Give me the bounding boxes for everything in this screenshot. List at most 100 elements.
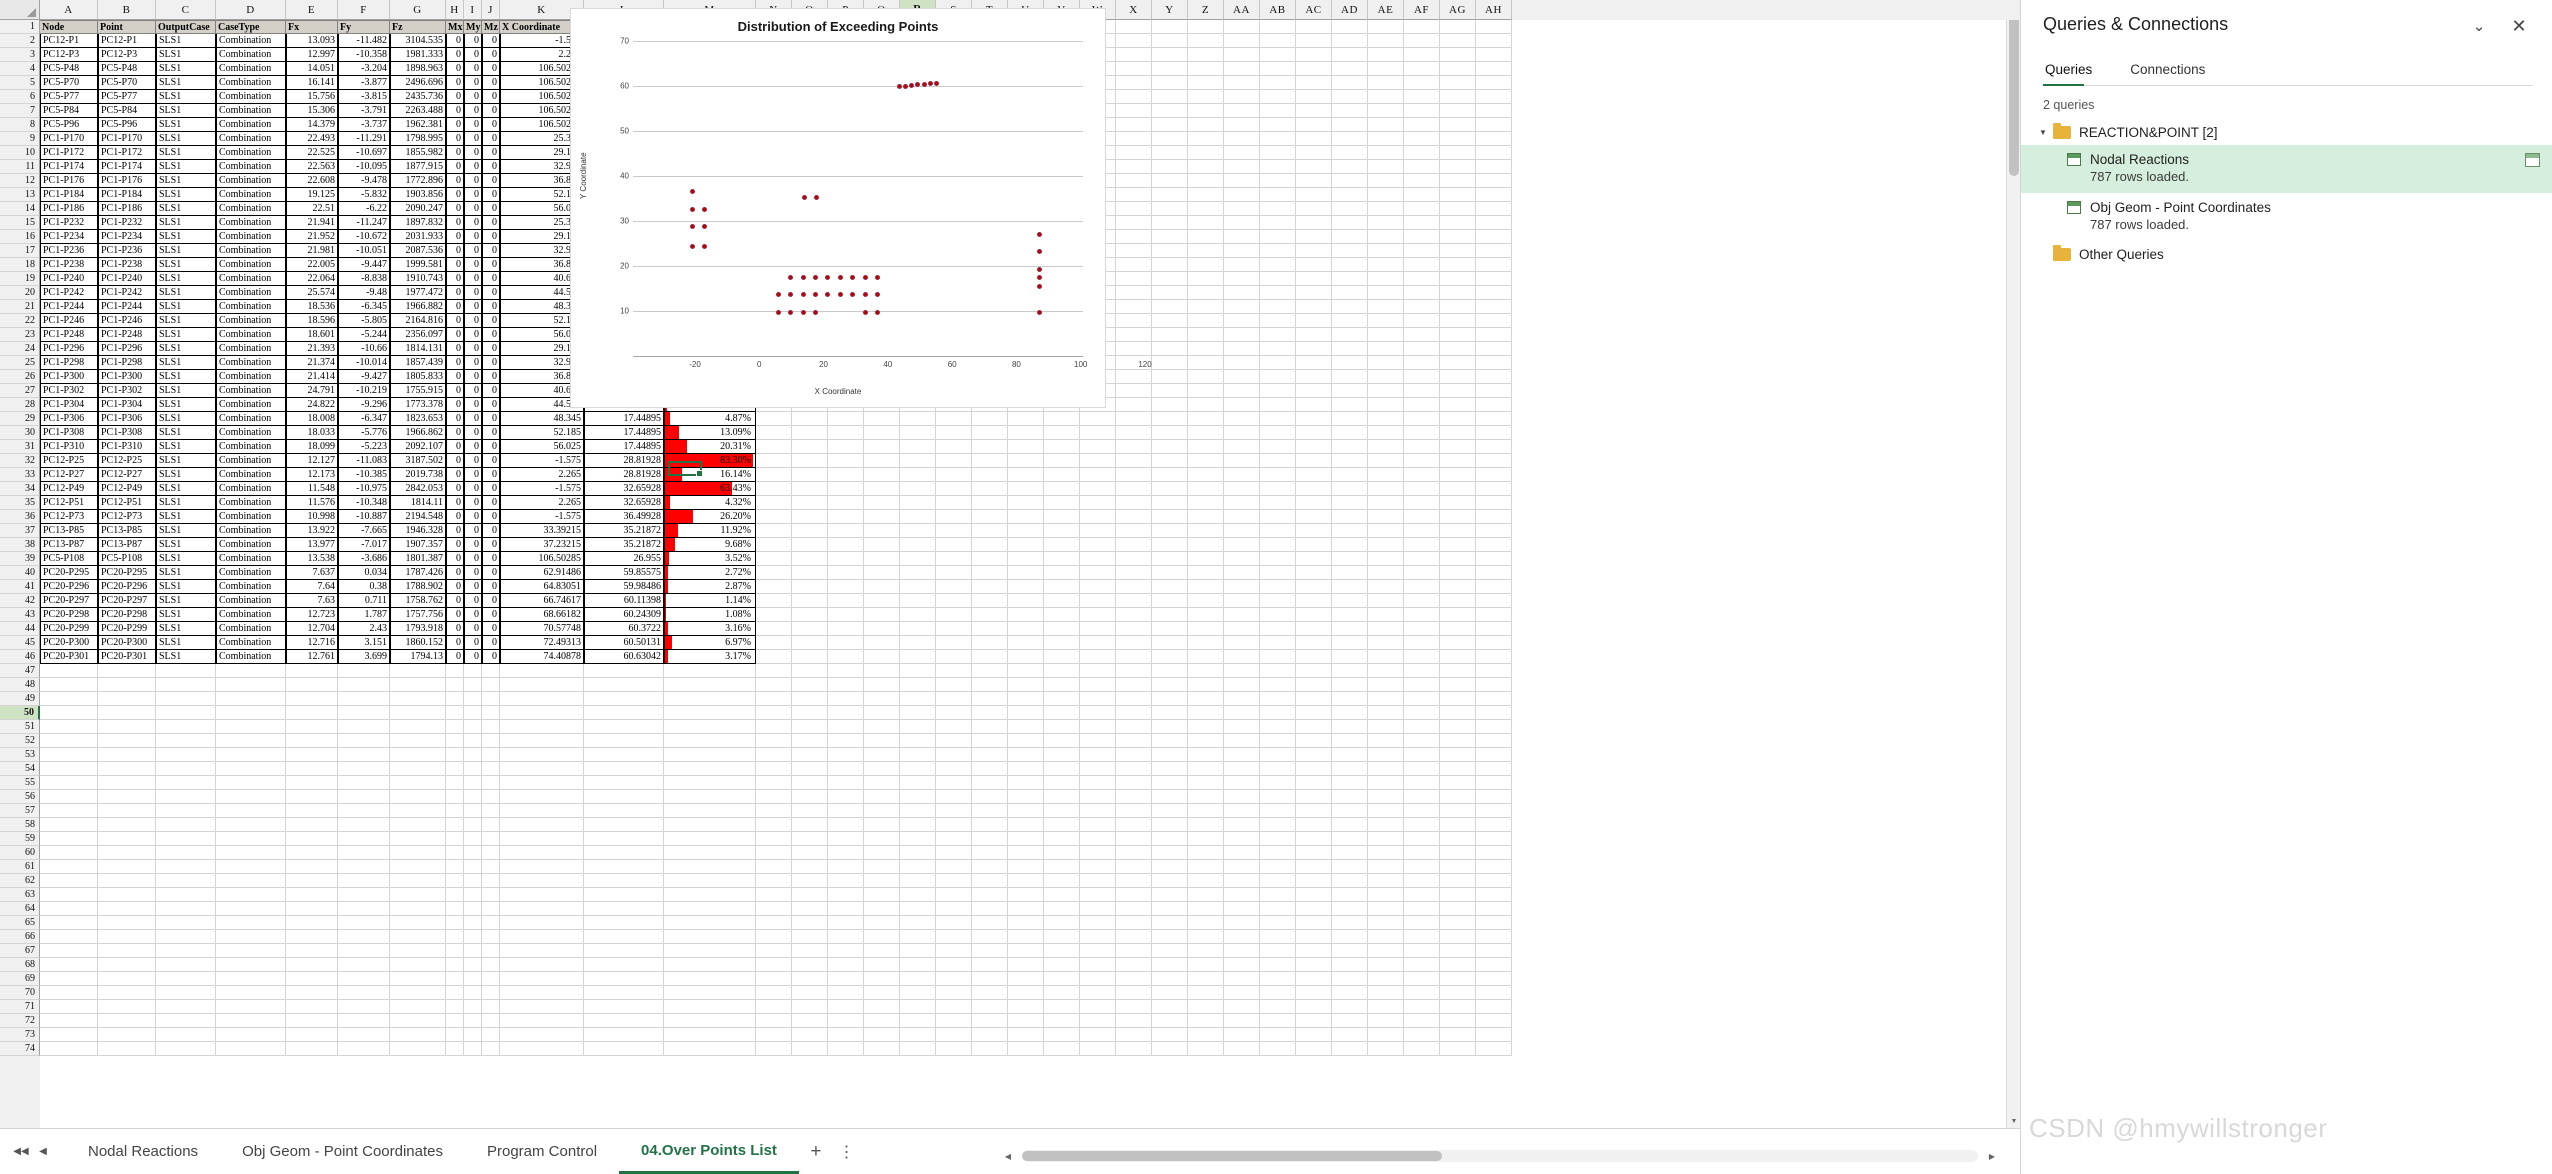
cell-mz[interactable]: 0: [482, 482, 500, 496]
cell-empty[interactable]: [482, 678, 500, 692]
cell-fx[interactable]: 24.822: [286, 398, 338, 412]
cell-fx[interactable]: 12.723: [286, 608, 338, 622]
cell-empty[interactable]: [338, 832, 390, 846]
cell-empty[interactable]: [1152, 34, 1188, 48]
cell-empty[interactable]: [664, 986, 756, 1000]
cell-empty[interactable]: [756, 594, 792, 608]
cell-empty[interactable]: [936, 608, 972, 622]
cell-empty[interactable]: [1368, 538, 1404, 552]
cell-empty[interactable]: [1296, 202, 1332, 216]
cell-point[interactable]: PC20-P298: [98, 608, 156, 622]
cell-node[interactable]: PC1-P300: [40, 370, 98, 384]
cell-empty[interactable]: [390, 720, 446, 734]
cell-empty[interactable]: [338, 762, 390, 776]
cell-empty[interactable]: [584, 1014, 664, 1028]
cell-node[interactable]: PC5-P96: [40, 118, 98, 132]
cell-empty[interactable]: [482, 944, 500, 958]
cell-empty[interactable]: [1080, 832, 1116, 846]
cell-point[interactable]: PC1-P176: [98, 174, 156, 188]
cell-empty[interactable]: [1116, 188, 1152, 202]
cell-empty[interactable]: [1116, 566, 1152, 580]
cell-empty[interactable]: [1296, 832, 1332, 846]
cell-empty[interactable]: [1224, 972, 1260, 986]
cell-empty[interactable]: [1188, 832, 1224, 846]
cell-empty[interactable]: [1152, 1014, 1188, 1028]
cell-fy[interactable]: -7.665: [338, 524, 390, 538]
chevron-down-icon[interactable]: ⌄: [2466, 14, 2492, 38]
cell-ratio[interactable]: 20.31%: [664, 440, 756, 454]
cell-empty[interactable]: [1332, 328, 1368, 342]
cell-empty[interactable]: [792, 440, 828, 454]
cell-empty[interactable]: [1476, 160, 1512, 174]
cell-empty[interactable]: [1152, 678, 1188, 692]
row-header-59[interactable]: 59: [0, 832, 40, 846]
cell-empty[interactable]: [792, 594, 828, 608]
cell-empty[interactable]: [1296, 20, 1332, 34]
cell-empty[interactable]: [1188, 300, 1224, 314]
cell-empty[interactable]: [828, 902, 864, 916]
cell-empty[interactable]: [756, 454, 792, 468]
cell-empty[interactable]: [482, 846, 500, 860]
cell-empty[interactable]: [864, 720, 900, 734]
cell-empty[interactable]: [464, 1014, 482, 1028]
cell-empty[interactable]: [216, 776, 286, 790]
cell-empty[interactable]: [1368, 650, 1404, 664]
cell-empty[interactable]: [828, 1028, 864, 1042]
cell-node[interactable]: PC12-P3: [40, 48, 98, 62]
cell-empty[interactable]: [584, 930, 664, 944]
cell-empty[interactable]: [864, 510, 900, 524]
cell-y[interactable]: 60.24309: [584, 608, 664, 622]
cell-empty[interactable]: [864, 468, 900, 482]
cell-empty[interactable]: [1044, 426, 1080, 440]
cell-empty[interactable]: [1044, 916, 1080, 930]
cell-empty[interactable]: [936, 930, 972, 944]
cell-empty[interactable]: [1332, 258, 1368, 272]
cell-empty[interactable]: [1404, 972, 1440, 986]
cell-x[interactable]: 56.025: [500, 440, 584, 454]
column-header-z[interactable]: Z: [1188, 0, 1224, 20]
cell-empty[interactable]: [864, 538, 900, 552]
cell-empty[interactable]: [1224, 566, 1260, 580]
cell-x[interactable]: 70.57748: [500, 622, 584, 636]
cell-empty[interactable]: [828, 944, 864, 958]
cell-empty[interactable]: [1368, 608, 1404, 622]
sheet-nav-arrows[interactable]: ◀◀ ◀: [10, 1139, 54, 1165]
cell-empty[interactable]: [1368, 874, 1404, 888]
cell-empty[interactable]: [1368, 412, 1404, 426]
cell-type[interactable]: Combination: [216, 384, 286, 398]
cell-fx[interactable]: 25.574: [286, 286, 338, 300]
cell-empty[interactable]: [1044, 748, 1080, 762]
cell-mz[interactable]: 0: [482, 608, 500, 622]
cell-empty[interactable]: [1188, 1000, 1224, 1014]
cell-empty[interactable]: [1008, 552, 1044, 566]
cell-empty[interactable]: [1008, 860, 1044, 874]
cell-empty[interactable]: [1476, 314, 1512, 328]
cell-empty[interactable]: [1008, 930, 1044, 944]
cell-empty[interactable]: [1116, 916, 1152, 930]
cell-mz[interactable]: 0: [482, 286, 500, 300]
row-header-7[interactable]: 7: [0, 104, 40, 118]
cell-empty[interactable]: [828, 454, 864, 468]
cell-fx[interactable]: 13.538: [286, 552, 338, 566]
cell-empty[interactable]: [1296, 594, 1332, 608]
cell-fx[interactable]: 12.716: [286, 636, 338, 650]
cell-fy[interactable]: -10.014: [338, 356, 390, 370]
cell-empty[interactable]: [864, 440, 900, 454]
cell-empty[interactable]: [792, 902, 828, 916]
cell-type[interactable]: Combination: [216, 482, 286, 496]
cell-empty[interactable]: [1188, 510, 1224, 524]
row-header-9[interactable]: 9: [0, 132, 40, 146]
cell-empty[interactable]: [1404, 1000, 1440, 1014]
cell-empty[interactable]: [446, 1014, 464, 1028]
cell-empty[interactable]: [464, 986, 482, 1000]
cell-empty[interactable]: [900, 608, 936, 622]
cell-empty[interactable]: [1188, 846, 1224, 860]
cell-empty[interactable]: [1116, 986, 1152, 1000]
cell-empty[interactable]: [1440, 902, 1476, 916]
row-header-67[interactable]: 67: [0, 944, 40, 958]
cell-empty[interactable]: [482, 734, 500, 748]
cell-empty[interactable]: [936, 692, 972, 706]
cell-empty[interactable]: [1008, 580, 1044, 594]
cell-point[interactable]: PC12-P1: [98, 34, 156, 48]
cell-empty[interactable]: [482, 776, 500, 790]
